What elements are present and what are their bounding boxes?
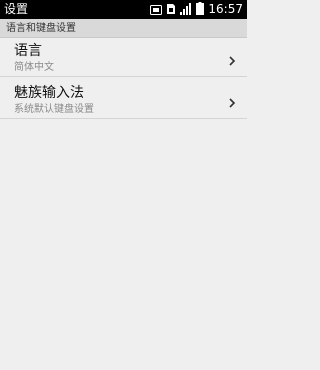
battery-icon (196, 0, 205, 19)
clock: 16:57 (208, 2, 243, 16)
app-title: 设置 (4, 2, 29, 16)
status-icons: 16:57 (150, 2, 243, 17)
item-title: 语言 (14, 43, 42, 59)
item-subtitle: 简体中文 (14, 62, 54, 73)
chevron-right-icon (227, 52, 237, 66)
sim-icon (166, 0, 176, 19)
chevron-right-icon (227, 94, 237, 108)
status-bar: 设置 16:57 (0, 0, 247, 19)
section-header: 语言和键盘设置 (0, 19, 247, 38)
settings-item-language[interactable]: 语言 简体中文 (0, 39, 247, 77)
settings-item-meizu-ime[interactable]: 魅族输入法 系统默认键盘设置 (0, 81, 247, 119)
item-title: 魅族输入法 (14, 85, 84, 101)
item-subtitle: 系统默认键盘设置 (14, 104, 94, 115)
signal-icon (180, 0, 192, 19)
screenshot-icon (150, 0, 163, 19)
